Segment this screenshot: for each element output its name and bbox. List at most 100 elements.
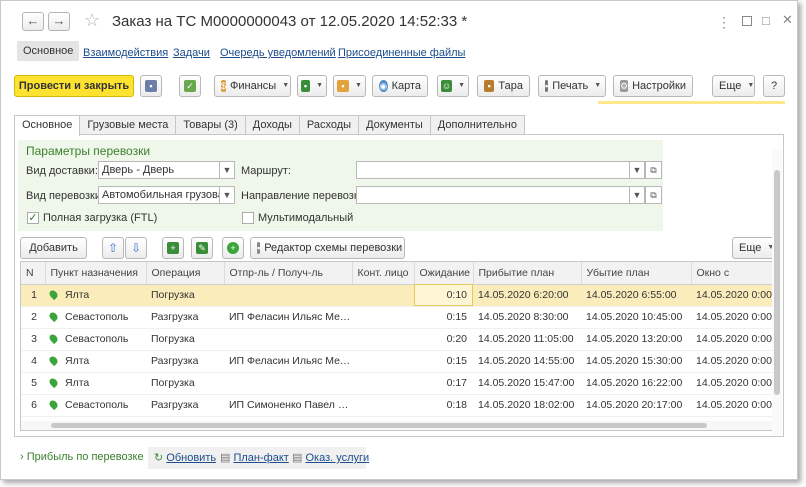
- col-sender-receiver[interactable]: Отпр-ль / Получ-ль: [224, 262, 353, 285]
- direction-field[interactable]: [356, 186, 630, 204]
- cell-departure: 14.05.2020 20:17:00: [581, 394, 691, 417]
- col-departure-plan[interactable]: Убытие план: [581, 262, 692, 285]
- transport-type-dropdown[interactable]: ▼: [219, 186, 235, 204]
- maximize-icon[interactable]: □: [762, 13, 770, 28]
- col-waiting[interactable]: Ожидание: [414, 262, 474, 285]
- tab-documents[interactable]: Документы: [358, 115, 431, 135]
- delivery-type-field[interactable]: Дверь - Дверь: [98, 161, 220, 179]
- services-link[interactable]: ▤ Оказ. услуги: [292, 451, 369, 464]
- print-button[interactable]: ▪ Печать ▼: [538, 75, 606, 97]
- cell-n: 5: [21, 372, 45, 395]
- col-arrival-plan[interactable]: Прибытие план: [473, 262, 582, 285]
- plan-fact-link[interactable]: ▤ План-факт: [220, 451, 289, 464]
- move-up-button[interactable]: ⇧: [102, 237, 124, 259]
- add-point-button[interactable]: Добавить: [20, 237, 87, 259]
- post-button[interactable]: ✓: [179, 75, 201, 97]
- map-button[interactable]: ◉ Карта: [372, 75, 428, 97]
- col-operation[interactable]: Операция: [146, 262, 225, 285]
- progress-indicator: [598, 101, 785, 104]
- cell-waiting[interactable]: 0:10: [414, 284, 473, 307]
- tab-cargo-places[interactable]: Грузовые места: [79, 115, 177, 135]
- cell-window: 14.05.2020 0:00:: [691, 284, 779, 307]
- section-attached-files[interactable]: Присоединенные файлы: [338, 47, 465, 59]
- create-based-button[interactable]: ▪ ▼: [297, 75, 327, 97]
- refresh-icon: ↻: [154, 452, 164, 464]
- printer-icon: ▪: [545, 80, 549, 92]
- route-dropdown[interactable]: ▼: [629, 161, 645, 179]
- cell-window: 14.05.2020 0:00:: [691, 328, 779, 351]
- table-row[interactable]: 6 Севастополь Разгрузка ИП Симоненко Пав…: [21, 394, 779, 417]
- move-down-button[interactable]: ⇩: [125, 237, 147, 259]
- col-window-from[interactable]: Окно с: [691, 262, 779, 285]
- ftl-checkbox[interactable]: ✓: [27, 212, 39, 224]
- col-contact[interactable]: Конт. лицо: [352, 262, 415, 285]
- tab-income[interactable]: Доходы: [244, 115, 300, 135]
- table-row[interactable]: 1 Ялта Погрузка 0:10 14.05.2020 6:20:00 …: [21, 284, 779, 307]
- tab-expenses[interactable]: Расходы: [298, 115, 360, 135]
- cell-window: 14.05.2020 0:00:: [691, 372, 779, 395]
- settings-button[interactable]: ⚙ Настройки: [613, 75, 693, 97]
- refresh-link[interactable]: ↻ Обновить: [154, 451, 216, 464]
- star-icon[interactable]: ☆: [84, 10, 100, 31]
- location-pin-icon: [47, 332, 60, 345]
- tara-button[interactable]: ▪ Тара: [477, 75, 530, 97]
- direction-open-icon[interactable]: ⧉: [645, 186, 662, 204]
- multimodal-checkbox[interactable]: [242, 212, 254, 224]
- back-button[interactable]: ←: [22, 12, 44, 31]
- edit-contact-button[interactable]: ✎: [191, 237, 213, 259]
- forward-button[interactable]: →: [48, 12, 70, 31]
- tab-main[interactable]: Основное: [14, 115, 81, 136]
- table-row[interactable]: 4 Ялта Разгрузка ИП Феласин Ильяс Мех...…: [21, 350, 779, 373]
- vertical-scrollbar[interactable]: [772, 150, 782, 435]
- documents-button[interactable]: ▪ ▼: [333, 75, 366, 97]
- multimodal-label: Мультимодальный: [258, 212, 354, 224]
- route-field[interactable]: [356, 161, 630, 179]
- link-icon[interactable]: [742, 16, 752, 26]
- table-row[interactable]: 2 Севастополь Разгрузка ИП Феласин Ильяс…: [21, 306, 779, 329]
- help-button[interactable]: ?: [763, 75, 785, 97]
- cell-destination: Севастополь: [45, 328, 146, 351]
- cell-sender: [224, 372, 352, 395]
- finance-button[interactable]: $ Финансы ▼: [214, 75, 291, 97]
- close-icon[interactable]: ✕: [782, 12, 793, 28]
- post-and-close-button[interactable]: Провести и закрыть: [14, 75, 134, 97]
- grid-more-button[interactable]: Еще ▼: [732, 237, 777, 259]
- route-open-icon[interactable]: ⧉: [645, 161, 662, 179]
- delivery-type-label: Вид доставки:: [26, 165, 98, 177]
- plus-circle-icon: +: [227, 242, 239, 254]
- tab-goods[interactable]: Товары (3): [175, 115, 246, 135]
- section-notifications[interactable]: Очередь уведомлений: [220, 47, 336, 59]
- chevron-right-icon: ›: [20, 451, 24, 463]
- arrow-down-icon: ⇩: [130, 241, 142, 255]
- form-tabs: Основное Грузовые места Товары (3) Доход…: [14, 115, 525, 136]
- delivery-type-dropdown[interactable]: ▼: [219, 161, 235, 179]
- profit-group[interactable]: › Прибыль по перевозке: [20, 451, 144, 463]
- table-row[interactable]: 5 Ялта Погрузка 0:17 14.05.2020 15:47:00…: [21, 372, 779, 395]
- col-destination[interactable]: Пункт назначения: [45, 262, 147, 285]
- horizontal-scroll-thumb[interactable]: [51, 423, 707, 428]
- col-n[interactable]: N: [21, 262, 46, 285]
- vertical-scroll-thumb[interactable]: [774, 170, 780, 395]
- add-round-button[interactable]: +: [222, 237, 244, 259]
- transport-type-field[interactable]: Автомобильная грузовая: [98, 186, 220, 204]
- add-contact-button[interactable]: +: [162, 237, 184, 259]
- tab-additional[interactable]: Дополнительно: [429, 115, 525, 135]
- more-menu-icon[interactable]: ⋮: [717, 14, 732, 31]
- cell-operation: Погрузка: [146, 284, 224, 307]
- horizontal-scrollbar[interactable]: [21, 421, 779, 430]
- table-row[interactable]: 3 Севастополь Погрузка 0:20 14.05.2020 1…: [21, 328, 779, 351]
- route-points-table[interactable]: N Пункт назначения Операция Отпр-ль / По…: [20, 261, 780, 431]
- more-button[interactable]: Еще ▼: [712, 75, 755, 97]
- direction-dropdown[interactable]: ▼: [629, 186, 645, 204]
- section-interactions[interactable]: Взаимодействия: [83, 47, 168, 59]
- save-button[interactable]: ▪: [140, 75, 162, 97]
- user-add-icon: +: [167, 242, 179, 254]
- plan-fact-label: План-факт: [233, 452, 289, 464]
- section-main[interactable]: Основное: [17, 41, 80, 61]
- cell-arrival: 14.05.2020 8:30:00: [473, 306, 581, 329]
- cell-sender: ИП Симоненко Павел И...: [224, 394, 352, 417]
- tara-label: Тара: [498, 80, 523, 92]
- section-tasks[interactable]: Задачи: [173, 47, 210, 59]
- users-button[interactable]: ☺ ▼: [437, 75, 469, 97]
- route-editor-button[interactable]: ▪ Редактор схемы перевозки: [250, 237, 405, 259]
